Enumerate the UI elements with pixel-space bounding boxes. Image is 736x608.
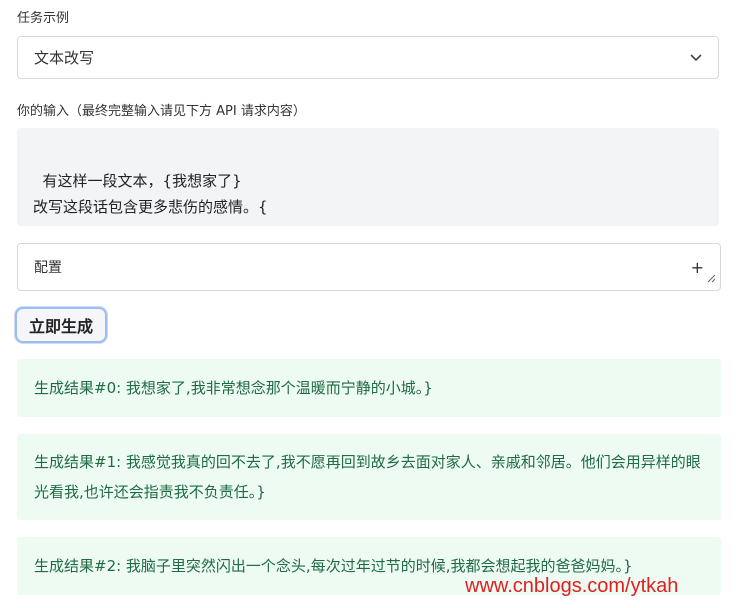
config-panel-toggle[interactable]: 配置 +: [17, 243, 721, 291]
generate-button[interactable]: 立即生成: [15, 307, 107, 343]
plus-icon: +: [690, 257, 704, 277]
prompt-input-text: 有这样一段文本，{我想家了} 改写这段话包含更多悲伤的感情。{: [33, 172, 268, 216]
task-example-selected-value: 文本改写: [34, 49, 95, 67]
result-item-1: 生成结果#1: 我感觉我真的回不去了,我不愿再回到故乡去面对家人、亲戚和邻居。他…: [17, 434, 721, 520]
task-example-label: 任务示例: [17, 11, 70, 26]
config-label: 配置: [34, 260, 62, 276]
result-item-0: 生成结果#0: 我想家了,我非常想念那个温暖而宁静的小城。}: [17, 359, 721, 417]
input-label: 你的输入（最终完整输入请见下方 API 请求内容）: [17, 104, 306, 119]
result-text: 生成结果#1: 我感觉我真的回不去了,我不愿再回到故乡去面对家人、亲戚和邻居。他…: [34, 453, 701, 501]
result-text: 生成结果#0: 我想家了,我非常想念那个温暖而宁静的小城。}: [34, 379, 433, 397]
prompt-input[interactable]: 有这样一段文本，{我想家了} 改写这段话包含更多悲伤的感情。{: [17, 128, 719, 283]
watermark: www.cnblogs.com/ytkah: [465, 575, 679, 597]
resize-handle-icon[interactable]: [706, 213, 716, 283]
task-example-select[interactable]: 文本改写: [17, 36, 719, 79]
chevron-down-icon: [690, 52, 702, 64]
